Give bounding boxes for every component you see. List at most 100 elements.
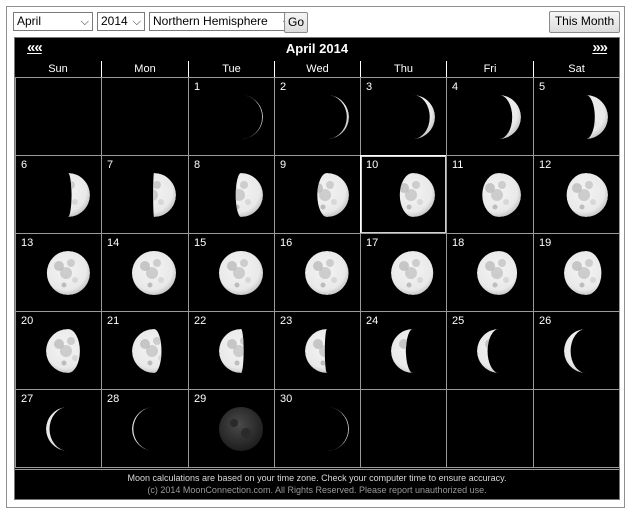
day-number: 27 [21, 393, 34, 405]
day-number: 29 [194, 393, 207, 405]
moon-phase-icon [303, 327, 351, 375]
weekday-sat: Sat [534, 61, 619, 77]
day-number: 16 [280, 237, 293, 249]
day-number: 1 [194, 81, 201, 93]
day-number: 11 [452, 159, 464, 171]
moon-phase-icon [475, 93, 523, 141]
moon-phase-icon [389, 327, 437, 375]
calendar-footer: Moon calculations are based on your time… [15, 469, 619, 500]
day-cell: 19 [533, 233, 620, 312]
moon-phase-icon [217, 93, 265, 141]
day-number: 26 [539, 315, 552, 327]
day-number: 24 [366, 315, 379, 327]
day-number: 6 [21, 159, 28, 171]
moon-phase-icon [562, 327, 610, 375]
day-number: 22 [194, 315, 207, 327]
moon-phase-icon [389, 93, 437, 141]
weekday-mon: Mon [102, 61, 188, 77]
day-number: 14 [107, 237, 120, 249]
day-cell: 5 [533, 77, 620, 156]
moon-phase-icon [475, 249, 523, 297]
moon-phase-icon [562, 249, 610, 297]
empty-day-cell [101, 77, 189, 156]
day-number: 20 [21, 315, 34, 327]
day-number: 30 [280, 393, 293, 405]
moon-phase-icon [217, 405, 265, 453]
day-cell: 1 [188, 77, 275, 156]
day-cell: 23 [274, 311, 361, 390]
moon-phase-icon [475, 171, 523, 219]
day-cell: 22 [188, 311, 275, 390]
this-month-button[interactable]: This Month [549, 11, 620, 33]
day-number: 13 [21, 237, 34, 249]
day-cell: 20 [15, 311, 102, 390]
day-cell: 15 [188, 233, 275, 312]
go-button[interactable]: Go [284, 12, 308, 33]
calendar-grid: «« April 2014 »» Sun Mon Tue Wed Thu Fri Sat 1… [14, 37, 620, 500]
timezone-note: Moon calculations are based on your time… [127, 473, 507, 483]
day-number: 28 [107, 393, 120, 405]
day-number: 15 [194, 237, 207, 249]
weekday-fri: Fri [447, 61, 533, 77]
moon-phase-icon [44, 327, 92, 375]
day-cell: 16 [274, 233, 361, 312]
day-number: 2 [280, 81, 287, 93]
next-month-link[interactable]: »» [592, 39, 608, 56]
year-select[interactable]: 2014 ⌵ [97, 12, 145, 31]
chevron-down-icon: ⌵ [132, 16, 141, 28]
moon-phase-icon [217, 171, 265, 219]
day-number: 25 [452, 315, 465, 327]
day-cell: 30 [274, 389, 361, 468]
day-cell: 17 [360, 233, 447, 312]
day-cell: 4 [446, 77, 534, 156]
moon-phase-icon [389, 249, 437, 297]
moon-phase-icon [44, 405, 92, 453]
year-select-value: 2014 [101, 14, 128, 28]
moon-phase-icon [130, 327, 178, 375]
empty-day-cell [15, 77, 102, 156]
day-cell: 26 [533, 311, 620, 390]
day-cell: 11 [446, 155, 534, 234]
moon-phase-icon [130, 249, 178, 297]
hemisphere-select[interactable]: Northern Hemisphere ⌵ [149, 12, 295, 31]
empty-day-cell [446, 389, 534, 468]
day-cell: 25 [446, 311, 534, 390]
day-cell: 13 [15, 233, 102, 312]
moon-phase-icon [44, 249, 92, 297]
copyright-text: (c) 2014 MoonConnection.com. All Rights … [147, 485, 487, 495]
moon-phase-icon [217, 327, 265, 375]
moon-phase-icon [303, 405, 351, 453]
day-cell: 8 [188, 155, 275, 234]
day-number: 8 [194, 159, 201, 171]
day-number: 23 [280, 315, 293, 327]
day-number: 3 [366, 81, 373, 93]
day-number: 19 [539, 237, 552, 249]
day-number: 10 [366, 159, 379, 171]
day-number: 9 [280, 159, 287, 171]
chevron-down-icon: ⌵ [80, 16, 89, 28]
day-number: 21 [107, 315, 120, 327]
moon-phase-icon [217, 249, 265, 297]
day-cell: 21 [101, 311, 189, 390]
day-number: 4 [452, 81, 459, 93]
month-select[interactable]: April ⌵ [13, 12, 93, 31]
day-cell: 28 [101, 389, 189, 468]
weekday-tue: Tue [189, 61, 274, 77]
moon-phase-icon [475, 327, 523, 375]
day-cell: 2 [274, 77, 361, 156]
day-cell: 29 [188, 389, 275, 468]
day-cell: 7 [101, 155, 189, 234]
day-cell: 18 [446, 233, 534, 312]
day-cell: 24 [360, 311, 447, 390]
day-cell: 27 [15, 389, 102, 468]
day-cell: 3 [360, 77, 447, 156]
hemisphere-select-value: Northern Hemisphere [153, 14, 268, 28]
moon-phase-icon [389, 171, 437, 219]
moon-phase-icon [130, 405, 178, 453]
moon-phase-icon [303, 249, 351, 297]
month-header: «« April 2014 »» [15, 38, 619, 61]
day-number: 12 [539, 159, 552, 171]
empty-day-cell [360, 389, 447, 468]
weekday-header: Sun Mon Tue Wed Thu Fri Sat [15, 61, 619, 77]
moon-phase-icon [562, 171, 610, 219]
